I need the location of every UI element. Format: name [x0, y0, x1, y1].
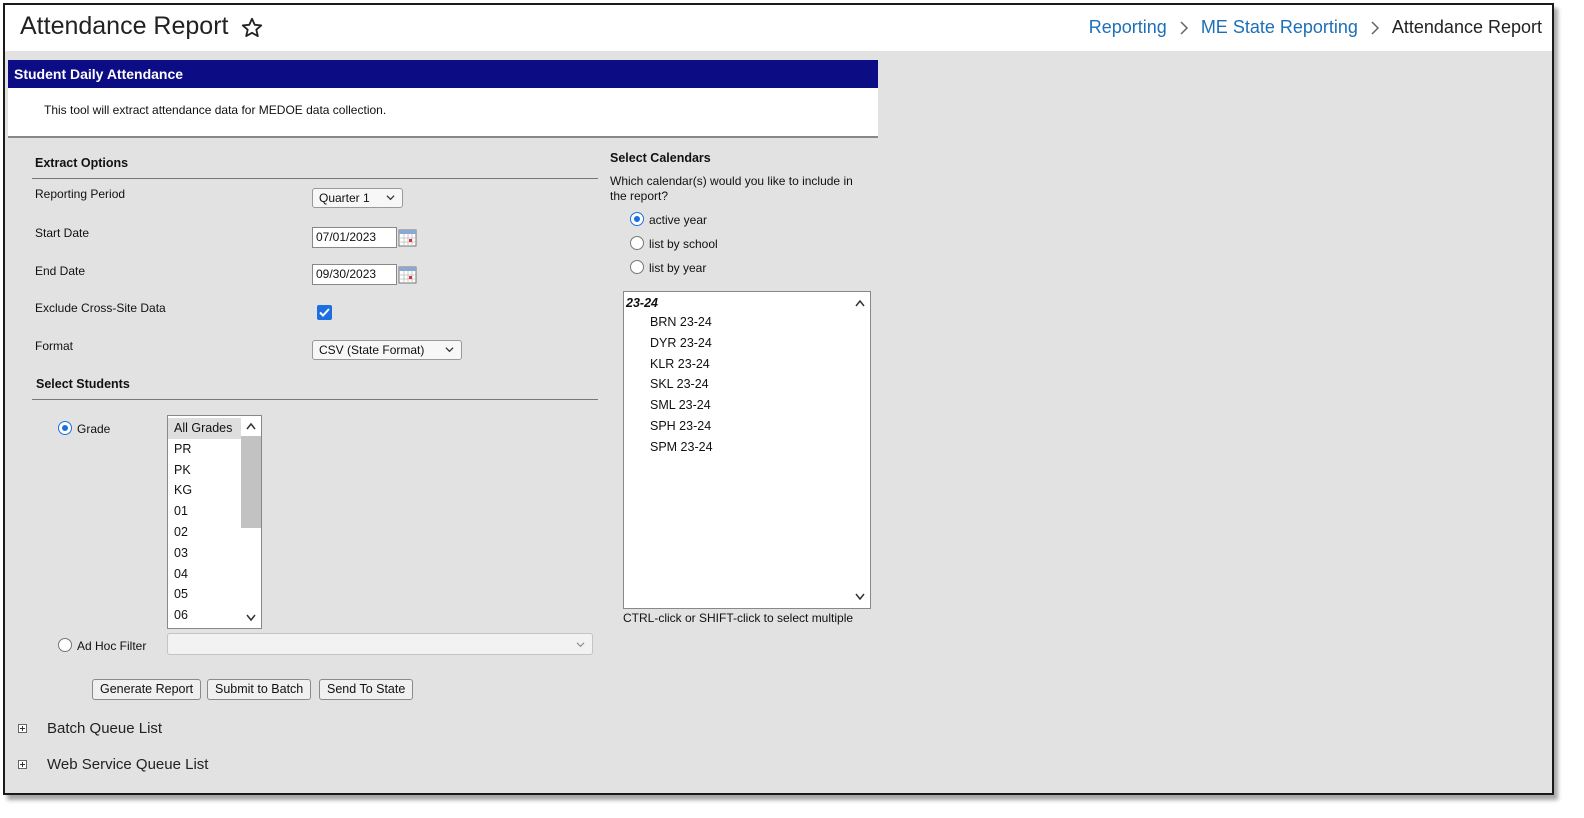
select-students-heading: Select Students [36, 377, 130, 391]
checkbox-checked-icon [319, 308, 330, 317]
list-by-school-radio[interactable] [630, 236, 644, 250]
breadcrumb-current: Attendance Report [1391, 17, 1542, 37]
list-by-year-radio[interactable] [630, 260, 644, 274]
calendar-option[interactable]: SPM 23-24 [624, 437, 870, 458]
grade-label: Grade [77, 422, 111, 436]
reporting-period-label: Reporting Period [35, 187, 126, 201]
chevron-down-icon [445, 347, 454, 353]
grade-listbox[interactable]: All Grades PR PK KG 01 02 03 04 05 06 [167, 415, 262, 629]
batch-queue-expand-icon[interactable] [18, 724, 27, 733]
top-bar: Attendance Report Reporting ME State Rep… [5, 5, 1552, 51]
adhoc-filter-label: Ad Hoc Filter [77, 639, 147, 653]
calendar-select-hint: CTRL-click or SHIFT-click to select mult… [623, 611, 854, 625]
exclude-cross-site-checkbox[interactable] [317, 305, 332, 320]
calendar-listbox[interactable]: 23-24 BRN 23-24 DYR 23-24 KLR 23-24 SKL … [623, 291, 871, 609]
scrollbar-thumb[interactable] [241, 436, 261, 528]
page-title: Attendance Report [20, 12, 229, 40]
calendar-icon[interactable] [398, 228, 417, 247]
calendar-group-label: 23-24 [626, 296, 658, 310]
extract-options-heading: Extract Options [35, 156, 129, 170]
chevron-right-icon [1371, 20, 1379, 35]
end-date-input[interactable]: 09/30/2023 [312, 264, 397, 285]
breadcrumb-me-state-reporting[interactable]: ME State Reporting [1201, 17, 1358, 38]
chevron-down-icon [576, 642, 585, 648]
panel-description: This tool will extract attendance data f… [8, 88, 878, 138]
grade-radio[interactable] [58, 421, 72, 435]
calendar-option[interactable]: KLR 23-24 [624, 354, 870, 375]
calendar-option[interactable]: BRN 23-24 [624, 312, 870, 333]
breadcrumb-reporting[interactable]: Reporting [1089, 17, 1167, 38]
calendar-option[interactable]: SML 23-24 [624, 395, 870, 416]
adhoc-filter-radio[interactable] [58, 638, 72, 652]
reporting-period-select[interactable]: Quarter 1 [312, 188, 403, 208]
select-students-divider [32, 399, 598, 400]
app-window: Attendance Report Reporting ME State Rep… [3, 3, 1554, 795]
format-label: Format [35, 339, 74, 353]
calendar-question: Which calendar(s) would you like to incl… [610, 174, 853, 203]
exclude-cross-site-label: Exclude Cross-Site Data [35, 301, 166, 315]
extract-options-divider [32, 178, 598, 179]
format-value: CSV (State Format) [319, 343, 425, 357]
breadcrumb: Reporting ME State Reporting Attendance … [1089, 17, 1542, 38]
chevron-right-icon [1180, 20, 1188, 35]
star-icon[interactable] [240, 16, 264, 40]
start-date-input[interactable]: 07/01/2023 [312, 227, 397, 248]
start-date-label: Start Date [35, 226, 90, 240]
submit-to-batch-button[interactable]: Submit to Batch [207, 679, 312, 700]
calendar-option[interactable]: SPH 23-24 [624, 416, 870, 437]
web-service-queue-list[interactable]: Web Service Queue List [47, 756, 208, 773]
reporting-period-value: Quarter 1 [319, 191, 370, 205]
batch-queue-list[interactable]: Batch Queue List [47, 720, 162, 737]
list-by-year-label: list by year [649, 261, 707, 275]
generate-report-button[interactable]: Generate Report [92, 679, 202, 700]
list-by-school-label: list by school [649, 237, 718, 251]
send-to-state-button[interactable]: Send To State [319, 679, 414, 700]
web-service-queue-expand-icon[interactable] [18, 760, 27, 769]
chevron-down-icon[interactable] [246, 614, 256, 622]
chevron-up-icon[interactable] [246, 422, 256, 430]
chevron-up-icon[interactable] [855, 299, 865, 307]
adhoc-filter-select[interactable] [167, 633, 593, 655]
end-date-label: End Date [35, 264, 86, 278]
grade-listbox-scrollbar[interactable] [241, 416, 261, 628]
select-calendars-heading: Select Calendars [610, 151, 711, 165]
calendar-icon[interactable] [398, 265, 417, 284]
calendar-listbox-scrollbar[interactable] [850, 292, 870, 608]
chevron-down-icon [386, 195, 395, 201]
chevron-down-icon[interactable] [855, 593, 865, 601]
active-year-label: active year [649, 213, 708, 227]
panel-header: Student Daily Attendance [8, 60, 878, 88]
calendar-option[interactable]: SKL 23-24 [624, 374, 870, 395]
active-year-radio[interactable] [630, 212, 644, 226]
format-select[interactable]: CSV (State Format) [312, 340, 462, 360]
calendar-option[interactable]: DYR 23-24 [624, 333, 870, 354]
